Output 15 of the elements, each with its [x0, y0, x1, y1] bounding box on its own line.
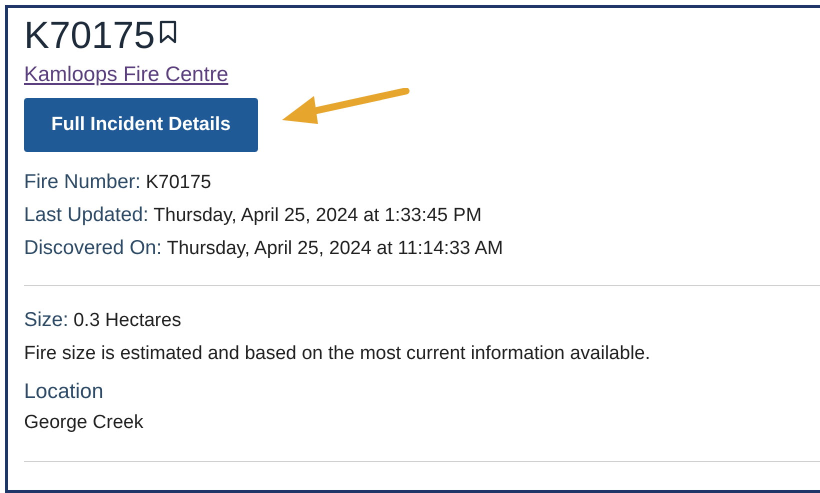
detail-label: Discovered On: [24, 237, 162, 259]
detail-label: Last Updated: [24, 204, 149, 226]
fire-centre-link[interactable]: Kamloops Fire Centre [24, 62, 228, 88]
detail-value: K70175 [146, 172, 212, 193]
detail-label: Fire Number: [24, 171, 141, 193]
size-value: 0.3 Hectares [73, 310, 182, 331]
detail-value: Thursday, April 25, 2024 at 1:33:45 PM [154, 205, 482, 226]
fire-id-heading: K70175 [24, 14, 156, 58]
location-heading: Location [24, 379, 104, 405]
location-value: George Creek [24, 411, 144, 435]
full-details-button[interactable]: Full Incident Details [24, 98, 258, 152]
detail-value: Thursday, April 25, 2024 at 11:14:33 AM [166, 238, 504, 259]
size-note: Fire size is estimated and based on the most current information available. [24, 342, 652, 366]
bookmark-icon[interactable] [159, 20, 178, 44]
size-label: Size: [24, 309, 68, 331]
